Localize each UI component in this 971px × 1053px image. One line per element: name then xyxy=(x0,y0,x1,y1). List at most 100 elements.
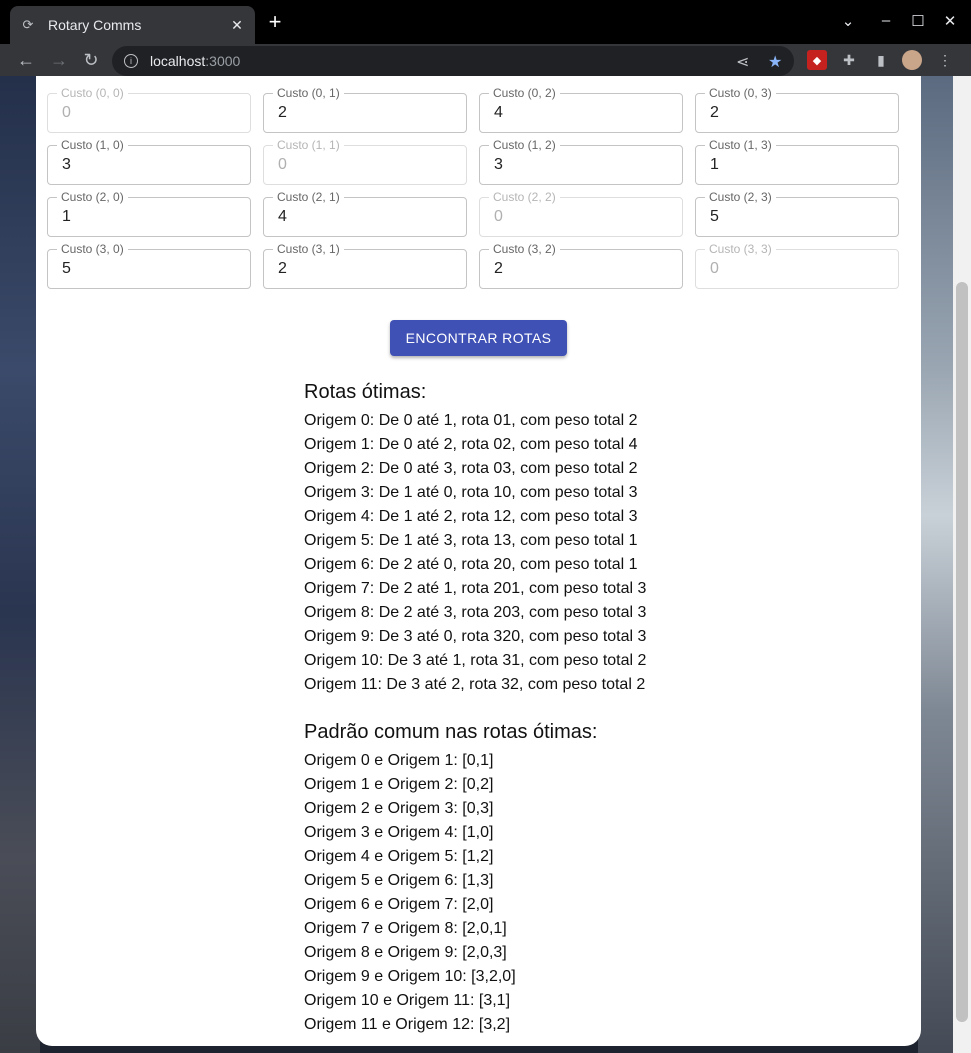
cost-field[interactable]: Custo (0, 3) 2 xyxy=(695,86,899,133)
list-item: Origem 1: De 0 até 2, rota 02, com peso … xyxy=(304,436,638,453)
cost-field: Custo (3, 3) 0 xyxy=(695,242,899,289)
cost-field-value: 0 xyxy=(62,104,71,121)
list-item: Origem 2 e Origem 3: [0,3] xyxy=(304,800,494,817)
cost-field-value[interactable]: 2 xyxy=(278,260,287,278)
list-item: Origem 9: De 3 até 0, rota 320, com peso… xyxy=(304,628,647,645)
cost-field-value[interactable]: 2 xyxy=(494,260,503,278)
common-pattern-heading: Padrão comum nas rotas ótimas: xyxy=(304,721,598,743)
cost-field-label: Custo (3, 3) xyxy=(705,242,776,256)
list-item: Origem 0 e Origem 1: [0,1] xyxy=(304,752,494,769)
reload-icon[interactable]: ↻ xyxy=(79,48,103,72)
cost-field-value: 0 xyxy=(494,208,503,225)
cost-field-value[interactable]: 1 xyxy=(62,208,71,226)
back-icon[interactable]: ← xyxy=(14,48,38,72)
cost-field-label: Custo (0, 2) xyxy=(489,86,560,100)
site-info-icon[interactable]: i xyxy=(124,54,138,68)
list-item: Origem 8 e Origem 9: [2,0,3] xyxy=(304,944,507,961)
background-photo-right xyxy=(918,76,953,1053)
cost-field[interactable]: Custo (1, 2) 3 xyxy=(479,138,683,185)
close-window-icon[interactable]: ✕ xyxy=(940,12,960,30)
cost-field-label: Custo (3, 2) xyxy=(489,242,560,256)
cost-field-value: 0 xyxy=(278,156,287,173)
cost-field: Custo (2, 2) 0 xyxy=(479,190,683,237)
cost-field-value[interactable]: 2 xyxy=(278,104,287,122)
main-card: Custo (0, 0) 0 Custo (0, 1) 2 Custo (0, 2) 4 C… xyxy=(36,76,921,1046)
list-item: Origem 3 e Origem 4: [1,0] xyxy=(304,824,494,841)
cost-field[interactable]: Custo (1, 3) 1 xyxy=(695,138,899,185)
minimize-icon[interactable]: – xyxy=(876,12,896,29)
background-photo-left xyxy=(0,76,40,1053)
cost-field-value[interactable]: 5 xyxy=(710,208,719,226)
bookmark-star-icon[interactable]: ★ xyxy=(768,52,782,72)
cost-field[interactable]: Custo (0, 1) 2 xyxy=(263,86,467,133)
list-item: Origem 9 e Origem 10: [3,2,0] xyxy=(304,968,516,985)
cost-field-value[interactable]: 4 xyxy=(494,104,503,122)
optimal-routes-list: Origem 0: De 0 até 1, rota 01, com peso … xyxy=(304,409,824,697)
tab-search-icon[interactable]: ⌄ xyxy=(838,12,858,30)
cost-field-label: Custo (3, 0) xyxy=(57,242,128,256)
loading-icon: ⟳ xyxy=(22,17,34,32)
maximize-icon[interactable]: ☐ xyxy=(908,12,928,30)
cost-field-value[interactable]: 3 xyxy=(62,156,71,174)
list-item: Origem 5 e Origem 6: [1,3] xyxy=(304,872,494,889)
cost-field[interactable]: Custo (3, 1) 2 xyxy=(263,242,467,289)
list-item: Origem 1 e Origem 2: [0,2] xyxy=(304,776,494,793)
browser-tab[interactable]: ⟳ Rotary Comms ✕ xyxy=(10,6,255,44)
url-port: :3000 xyxy=(205,53,241,69)
cost-field[interactable]: Custo (2, 0) 1 xyxy=(47,190,251,237)
cost-field-label: Custo (2, 2) xyxy=(489,190,560,204)
list-item: Origem 3: De 1 até 0, rota 10, com peso … xyxy=(304,484,638,501)
menu-kebab-icon[interactable]: ⋮ xyxy=(935,50,955,70)
cost-field[interactable]: Custo (2, 3) 5 xyxy=(695,190,899,237)
cost-matrix-grid: Custo (0, 0) 0 Custo (0, 1) 2 Custo (0, 2) 4 C… xyxy=(47,86,900,289)
list-item: Origem 5: De 1 até 3, rota 13, com peso … xyxy=(304,532,638,549)
list-item: Origem 10: De 3 até 1, rota 31, com peso… xyxy=(304,652,647,669)
list-item: Origem 6: De 2 até 0, rota 20, com peso … xyxy=(304,556,638,573)
cost-field-label: Custo (3, 1) xyxy=(273,242,344,256)
cost-field-label: Custo (0, 0) xyxy=(57,86,128,100)
cost-field-label: Custo (1, 1) xyxy=(273,138,344,152)
url-host: localhost xyxy=(150,53,206,69)
cost-field[interactable]: Custo (3, 2) 2 xyxy=(479,242,683,289)
cost-field-value[interactable]: 1 xyxy=(710,156,719,174)
cost-field[interactable]: Custo (1, 0) 3 xyxy=(47,138,251,185)
cost-field[interactable]: Custo (3, 0) 5 xyxy=(47,242,251,289)
cost-field-label: Custo (2, 1) xyxy=(273,190,344,204)
close-tab-icon[interactable]: ✕ xyxy=(229,17,245,33)
list-item: Origem 4: De 1 até 2, rota 12, com peso … xyxy=(304,508,638,525)
scrollbar-thumb[interactable] xyxy=(956,282,968,1022)
cost-field-label: Custo (1, 2) xyxy=(489,138,560,152)
cost-field-label: Custo (2, 3) xyxy=(705,190,776,204)
browser-titlebar: ⟳ Rotary Comms ✕ + ⌄ – ☐ ✕ xyxy=(0,0,971,44)
cost-field-label: Custo (0, 1) xyxy=(273,86,344,100)
cost-field: Custo (0, 0) 0 xyxy=(47,86,251,133)
cost-field-label: Custo (2, 0) xyxy=(57,190,128,204)
side-panel-icon[interactable]: ▮ xyxy=(871,50,891,70)
cost-field[interactable]: Custo (2, 1) 4 xyxy=(263,190,467,237)
new-tab-button[interactable]: + xyxy=(264,11,286,34)
share-icon[interactable]: ⋖ xyxy=(736,52,749,72)
cost-field-value[interactable]: 4 xyxy=(278,208,287,226)
address-bar[interactable]: i localhost :3000 ⋖ ★ xyxy=(112,46,794,76)
puzzle-icon[interactable]: ✚ xyxy=(839,50,859,70)
extension-icon[interactable]: ◆ xyxy=(807,50,827,70)
avatar[interactable] xyxy=(902,50,922,70)
list-item: Origem 0: De 0 até 1, rota 01, com peso … xyxy=(304,412,638,429)
results-panel: Rotas ótimas: Origem 0: De 0 até 1, rota… xyxy=(304,379,824,1037)
list-item: Origem 2: De 0 até 3, rota 03, com peso … xyxy=(304,460,638,477)
cost-field-label: Custo (1, 3) xyxy=(705,138,776,152)
list-item: Origem 7 e Origem 8: [2,0,1] xyxy=(304,920,507,937)
cost-field-label: Custo (1, 0) xyxy=(57,138,128,152)
list-item: Origem 8: De 2 até 3, rota 203, com peso… xyxy=(304,604,647,621)
cost-field-value[interactable]: 5 xyxy=(62,260,71,278)
find-routes-button[interactable]: ENCONTRAR ROTAS xyxy=(390,320,567,356)
cost-field-label: Custo (0, 3) xyxy=(705,86,776,100)
cost-field: Custo (1, 1) 0 xyxy=(263,138,467,185)
browser-toolbar: ← → ↻ i localhost :3000 ⋖ ★ ◆ ✚ ▮ ⋮ xyxy=(0,44,971,76)
cost-field[interactable]: Custo (0, 2) 4 xyxy=(479,86,683,133)
list-item: Origem 6 e Origem 7: [2,0] xyxy=(304,896,494,913)
cost-field-value[interactable]: 3 xyxy=(494,156,503,174)
list-item: Origem 4 e Origem 5: [1,2] xyxy=(304,848,494,865)
cost-field-value[interactable]: 2 xyxy=(710,104,719,122)
forward-icon[interactable]: → xyxy=(47,48,71,72)
